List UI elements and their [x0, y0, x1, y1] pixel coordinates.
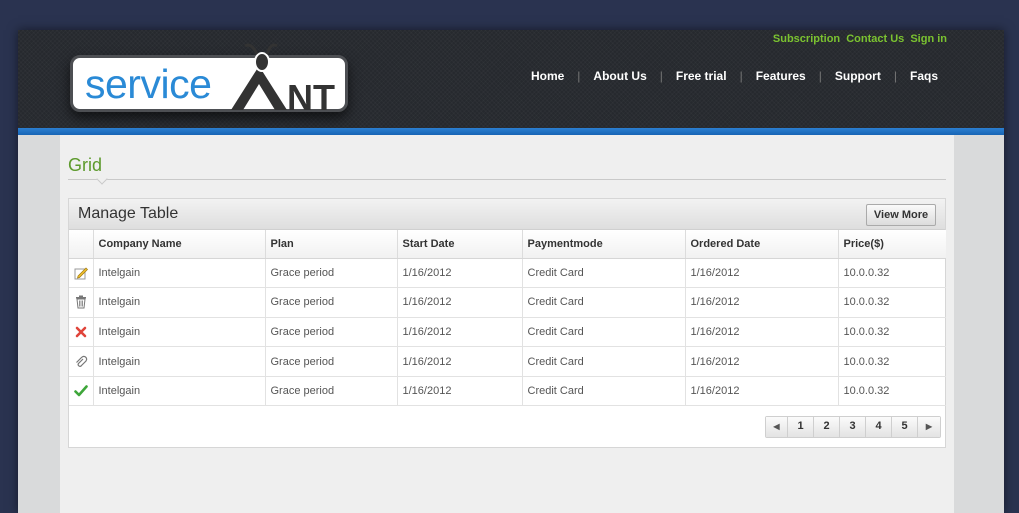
cell-start-date: 1/16/2012 [397, 317, 523, 348]
subscription-link[interactable]: Subscription [773, 33, 840, 45]
column-header-start-date[interactable]: Start Date [397, 230, 523, 259]
title-divider [68, 179, 946, 180]
cell-company: Intelgain [93, 287, 266, 318]
nav-separator: | [739, 69, 743, 83]
row-action-cell [69, 317, 94, 348]
edit-icon[interactable] [74, 266, 88, 280]
nav-separator: | [659, 69, 663, 83]
cell-paymentmode: Credit Card [522, 317, 686, 348]
pagination: ◀ 1 2 3 4 5 ▶ [765, 416, 941, 438]
cell-paymentmode: Credit Card [522, 376, 686, 407]
cell-ordered-date: 1/16/2012 [685, 346, 839, 377]
cell-start-date: 1/16/2012 [397, 258, 523, 289]
site-header: service NT Subscription Contact Us Sign … [18, 30, 1004, 128]
cell-start-date: 1/16/2012 [397, 376, 523, 407]
nav-home[interactable]: Home [531, 69, 564, 83]
column-header-price[interactable]: Price($) [838, 230, 946, 259]
main-content: Grid Manage Table View More Company Name… [60, 135, 954, 513]
table-row: Intelgain Grace period 1/16/2012 Credit … [69, 346, 946, 377]
cell-ordered-date: 1/16/2012 [685, 376, 839, 407]
cell-start-date: 1/16/2012 [397, 346, 523, 377]
row-action-cell [69, 258, 94, 289]
header-accent-bar [18, 128, 1004, 135]
page-button-4[interactable]: 4 [866, 417, 892, 437]
page-button-1[interactable]: 1 [788, 417, 814, 437]
logo-mark-text: NT [287, 77, 335, 112]
cell-price: 10.0.0.32 [838, 376, 946, 407]
cell-plan: Grace period [265, 317, 398, 348]
row-action-cell [69, 346, 94, 377]
table-header-row: Company Name Plan Start Date Paymentmode… [69, 230, 946, 259]
cell-price: 10.0.0.32 [838, 317, 946, 348]
row-action-cell [69, 287, 94, 318]
panel-header: Manage Table View More [69, 199, 945, 230]
nav-separator: | [818, 69, 822, 83]
nav-faqs[interactable]: Faqs [910, 69, 938, 83]
cell-plan: Grace period [265, 287, 398, 318]
top-links: Subscription Contact Us Sign in [770, 33, 947, 45]
nav-separator: | [577, 69, 581, 83]
trash-icon[interactable] [74, 295, 88, 309]
cell-price: 10.0.0.32 [838, 287, 946, 318]
nav-about-us[interactable]: About Us [593, 69, 646, 83]
page-title: Grid [68, 155, 103, 175]
column-header-ordered-date[interactable]: Ordered Date [685, 230, 839, 259]
cell-company: Intelgain [93, 317, 266, 348]
cell-paymentmode: Credit Card [522, 258, 686, 289]
data-table: Company Name Plan Start Date Paymentmode… [69, 230, 946, 407]
main-nav: Home | About Us | Free trial | Features … [531, 69, 938, 83]
table-row: Intelgain Grace period 1/16/2012 Credit … [69, 317, 946, 348]
nav-free-trial[interactable]: Free trial [676, 69, 727, 83]
logo-text: service [85, 61, 212, 107]
cell-company: Intelgain [93, 346, 266, 377]
cell-plan: Grace period [265, 258, 398, 289]
page-button-2[interactable]: 2 [814, 417, 840, 437]
cell-start-date: 1/16/2012 [397, 287, 523, 318]
cell-ordered-date: 1/16/2012 [685, 258, 839, 289]
table-row: Intelgain Grace period 1/16/2012 Credit … [69, 376, 946, 407]
panel-title: Manage Table [78, 205, 179, 222]
manage-table-panel: Manage Table View More Company Name Plan… [68, 198, 946, 448]
attachment-icon[interactable] [74, 355, 88, 369]
chevron-left-icon[interactable]: ◀ [766, 417, 788, 437]
cell-plan: Grace period [265, 376, 398, 407]
nav-support[interactable]: Support [835, 69, 881, 83]
contact-us-link[interactable]: Contact Us [846, 33, 904, 45]
cell-price: 10.0.0.32 [838, 258, 946, 289]
nav-features[interactable]: Features [756, 69, 806, 83]
cell-company: Intelgain [93, 258, 266, 289]
table-row: Intelgain Grace period 1/16/2012 Credit … [69, 287, 946, 318]
table-row: Intelgain Grace period 1/16/2012 Credit … [69, 258, 946, 289]
column-header-company[interactable]: Company Name [93, 230, 266, 259]
cell-plan: Grace period [265, 346, 398, 377]
close-icon[interactable] [74, 325, 88, 339]
page-button-5[interactable]: 5 [892, 417, 918, 437]
view-more-button[interactable]: View More [866, 204, 936, 226]
column-header-plan[interactable]: Plan [265, 230, 398, 259]
row-action-cell [69, 376, 94, 407]
cell-price: 10.0.0.32 [838, 346, 946, 377]
cell-ordered-date: 1/16/2012 [685, 287, 839, 318]
logo[interactable]: service NT [70, 43, 348, 112]
page-button-3[interactable]: 3 [840, 417, 866, 437]
app-frame: service NT Subscription Contact Us Sign … [18, 30, 1004, 513]
sign-in-link[interactable]: Sign in [910, 33, 947, 45]
cell-paymentmode: Credit Card [522, 346, 686, 377]
column-header-paymentmode[interactable]: Paymentmode [522, 230, 686, 259]
nav-separator: | [893, 69, 897, 83]
cell-ordered-date: 1/16/2012 [685, 317, 839, 348]
check-icon[interactable] [73, 384, 88, 398]
chevron-right-icon[interactable]: ▶ [918, 417, 940, 437]
cell-paymentmode: Credit Card [522, 287, 686, 318]
ant-logo-icon: NT [231, 43, 335, 112]
column-header-action [69, 230, 94, 259]
cell-company: Intelgain [93, 376, 266, 407]
